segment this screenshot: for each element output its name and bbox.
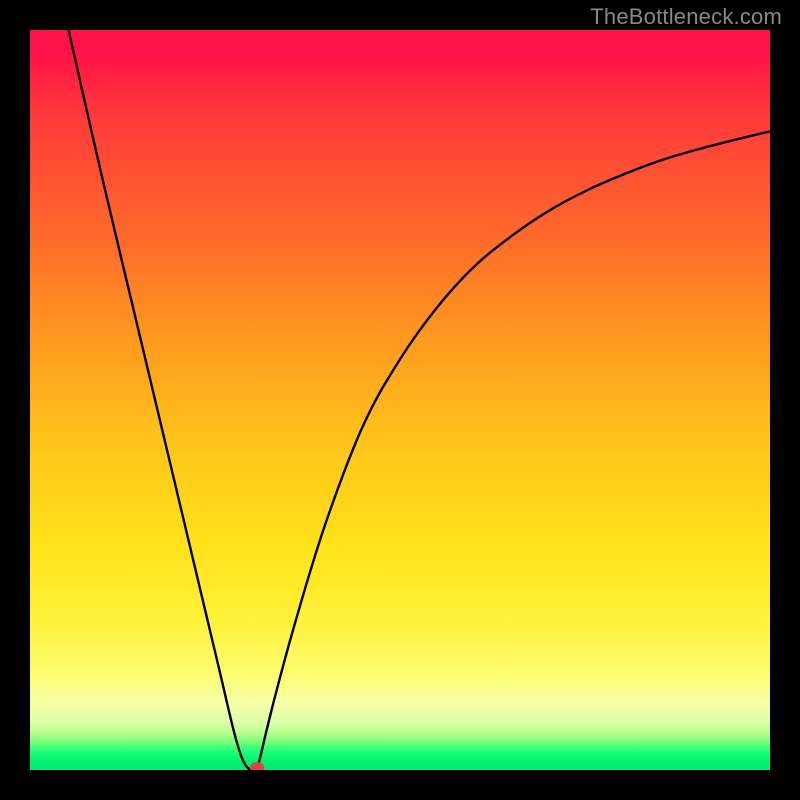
curve-layer [30, 30, 770, 770]
watermark-text: TheBottleneck.com [590, 4, 782, 30]
curve-right-branch [257, 131, 770, 770]
plot-area [30, 30, 770, 770]
minimum-marker [250, 762, 264, 770]
chart-frame: TheBottleneck.com [0, 0, 800, 800]
curve-left-branch [68, 30, 257, 770]
